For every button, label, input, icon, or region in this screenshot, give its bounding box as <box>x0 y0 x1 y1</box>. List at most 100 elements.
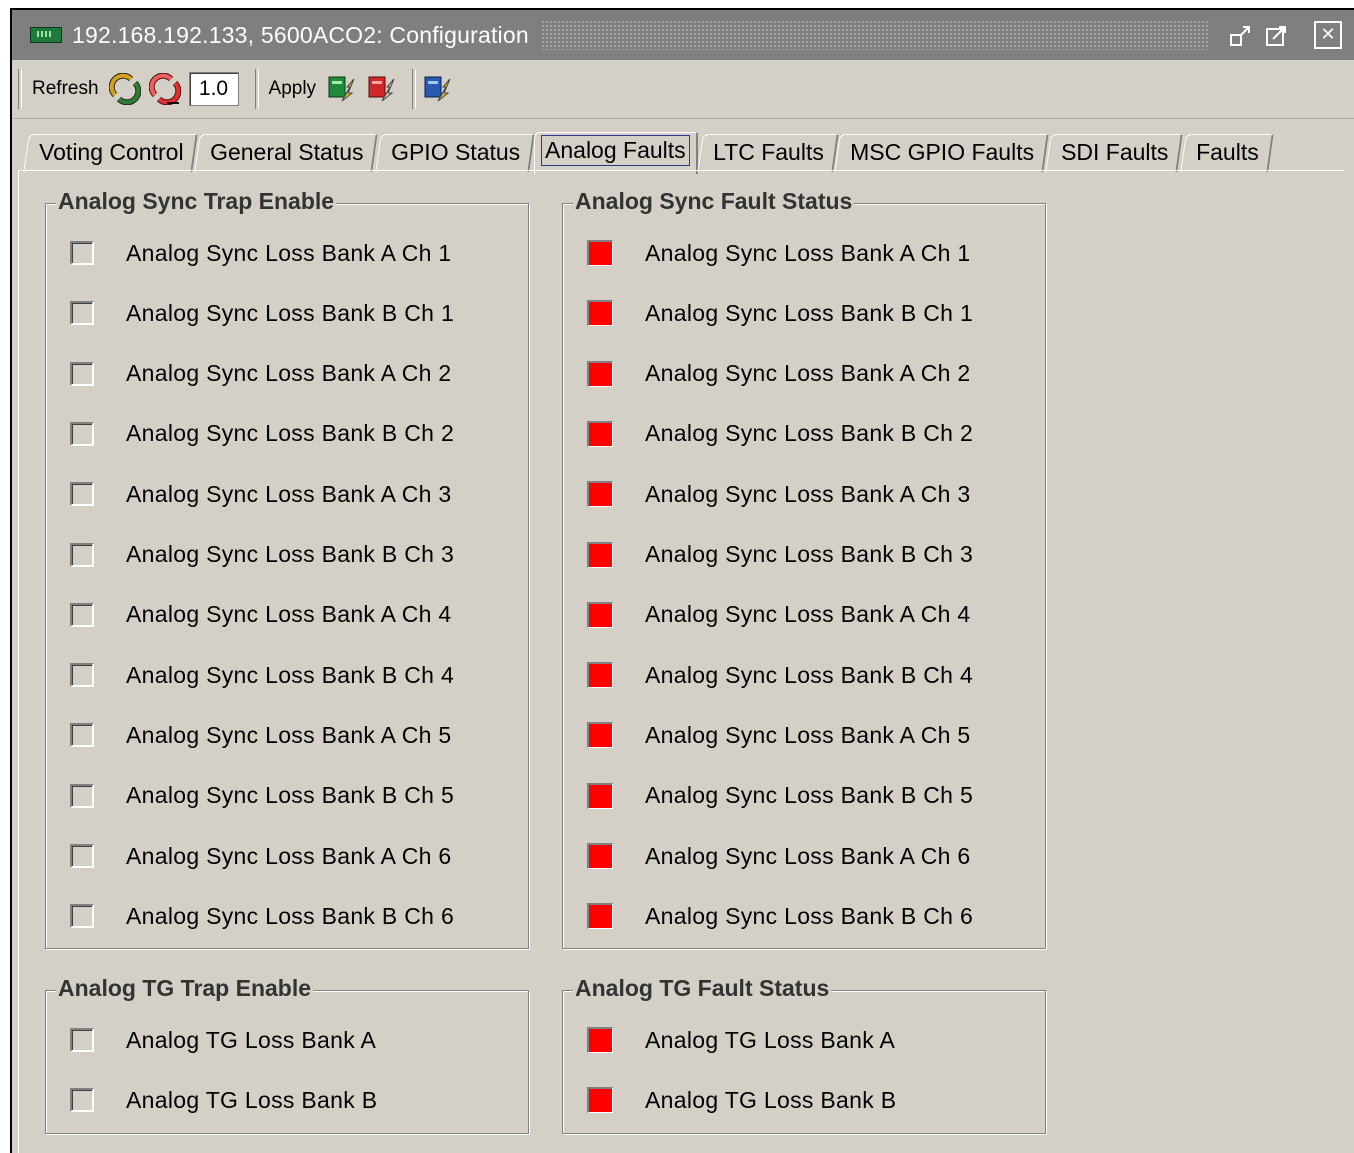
fault-status-row: Analog Sync Loss Bank B Ch 1 <box>563 298 973 328</box>
toolbar-separator <box>18 69 22 109</box>
trap-enable-row[interactable]: Analog Sync Loss Bank A Ch 3 <box>46 479 452 509</box>
analog-tg-trap-enable-group: Analog TG Trap Enable Analog TG Loss Ban… <box>45 975 529 1134</box>
fault-status-indicator <box>587 903 613 930</box>
toolbar: Refresh 1.0 Apply <box>12 60 1354 119</box>
trap-enable-checkbox[interactable] <box>70 783 94 808</box>
tab-label: Voting Control <box>39 139 184 165</box>
fault-status-indicator <box>587 541 613 568</box>
tab-strip: Voting Control General Status GPIO Statu… <box>23 128 1334 174</box>
row-label: Analog Sync Loss Bank B Ch 5 <box>645 782 974 809</box>
trap-enable-row[interactable]: Analog Sync Loss Bank A Ch 2 <box>46 359 452 389</box>
trap-enable-checkbox[interactable] <box>70 602 94 627</box>
fault-status-row: Analog Sync Loss Bank A Ch 6 <box>563 841 971 871</box>
row-label: Analog Sync Loss Bank B Ch 4 <box>126 661 455 688</box>
toolbar-separator <box>412 69 417 109</box>
tab-label: LTC Faults <box>712 139 824 165</box>
tab-sdi-faults[interactable]: SDI Faults <box>1045 134 1184 172</box>
trap-enable-row[interactable]: Analog Sync Loss Bank A Ch 5 <box>46 720 452 750</box>
row-label: Analog Sync Loss Bank A Ch 4 <box>126 601 452 628</box>
analog-sync-trap-enable-group: Analog Sync Trap Enable Analog Sync Loss… <box>45 188 529 949</box>
row-label: Analog Sync Loss Bank B Ch 1 <box>645 299 974 326</box>
row-label: Analog TG Loss Bank B <box>645 1086 897 1113</box>
trap-enable-checkbox[interactable] <box>70 361 94 386</box>
fault-status-indicator <box>587 360 613 387</box>
group-title: Analog Sync Trap Enable <box>56 188 337 215</box>
trap-enable-row[interactable]: Analog Sync Loss Bank B Ch 1 <box>46 298 454 328</box>
window-title: 192.168.192.133, 5600ACO2: Configuration <box>72 21 529 48</box>
apply-icon[interactable] <box>326 73 358 105</box>
fault-status-indicator <box>587 420 613 447</box>
fault-status-indicator <box>587 601 613 628</box>
config-window: 192.168.192.133, 5600ACO2: Configuration… <box>10 8 1354 1153</box>
trap-enable-row[interactable]: Analog Sync Loss Bank A Ch 4 <box>46 600 452 630</box>
tab-analog-faults[interactable]: Analog Faults <box>534 132 698 174</box>
row-label: Analog Sync Loss Bank A Ch 5 <box>126 721 452 748</box>
fault-status-indicator <box>587 722 613 749</box>
fault-status-row: Analog Sync Loss Bank A Ch 4 <box>563 600 971 630</box>
fault-status-indicator <box>587 782 613 809</box>
row-label: Analog Sync Loss Bank B Ch 1 <box>126 299 455 326</box>
trap-enable-checkbox[interactable] <box>70 482 94 507</box>
restore-icon[interactable] <box>1228 22 1254 48</box>
apply-all-icon[interactable] <box>422 73 454 105</box>
title-bar[interactable]: 192.168.192.133, 5600ACO2: Configuration… <box>12 10 1354 60</box>
trap-enable-row[interactable]: Analog Sync Loss Bank B Ch 2 <box>46 419 454 449</box>
tab-general-status[interactable]: General Status <box>194 134 379 172</box>
trap-enable-row[interactable]: Analog Sync Loss Bank B Ch 6 <box>46 901 454 931</box>
close-icon[interactable]: ✕ <box>1314 21 1342 49</box>
row-label: Analog Sync Loss Bank B Ch 5 <box>126 782 455 809</box>
tab-gpio-status[interactable]: GPIO Status <box>375 134 535 172</box>
row-label: Analog Sync Loss Bank A Ch 3 <box>126 480 452 507</box>
trap-enable-row[interactable]: Analog Sync Loss Bank A Ch 6 <box>46 841 452 871</box>
row-label: Analog Sync Loss Bank A Ch 6 <box>126 842 452 869</box>
maximize-icon[interactable] <box>1264 22 1290 48</box>
fault-status-row: Analog Sync Loss Bank B Ch 3 <box>563 540 973 570</box>
row-label: Analog Sync Loss Bank A Ch 3 <box>645 480 971 507</box>
tab-ltc-faults[interactable]: LTC Faults <box>696 134 839 172</box>
analog-tg-fault-status-group: Analog TG Fault Status Analog TG Loss Ba… <box>562 975 1046 1134</box>
trap-enable-checkbox[interactable] <box>70 542 94 567</box>
row-label: Analog Sync Loss Bank B Ch 3 <box>126 541 455 567</box>
trap-enable-checkbox[interactable] <box>70 663 94 688</box>
fault-status-row: Analog Sync Loss Bank A Ch 1 <box>563 238 971 268</box>
refresh-interval-field[interactable]: 1.0 <box>188 72 239 106</box>
tab-msc-gpio-faults[interactable]: MSC GPIO Faults <box>834 134 1050 172</box>
trap-enable-checkbox[interactable] <box>70 421 94 446</box>
fault-status-row: Analog Sync Loss Bank B Ch 2 <box>563 419 973 449</box>
trap-enable-row[interactable]: Analog Sync Loss Bank B Ch 5 <box>46 781 454 811</box>
fault-status-row: Analog Sync Loss Bank B Ch 4 <box>563 660 973 690</box>
fault-status-indicator <box>587 662 613 689</box>
trap-enable-checkbox[interactable] <box>70 1088 94 1113</box>
tab-label: Faults <box>1195 139 1259 165</box>
trap-enable-row[interactable]: Analog TG Loss Bank B <box>46 1085 377 1115</box>
row-label: Analog TG Loss Bank B <box>126 1086 378 1113</box>
group-title: Analog TG Trap Enable <box>56 975 314 1002</box>
trap-enable-checkbox[interactable] <box>70 301 94 326</box>
refresh-icon[interactable] <box>108 72 141 106</box>
trap-enable-checkbox[interactable] <box>70 241 94 265</box>
tab-label: Analog Faults <box>541 135 690 166</box>
auto-refresh-icon[interactable] <box>148 72 181 106</box>
row-label: Analog Sync Loss Bank B Ch 2 <box>645 420 974 447</box>
title-bar-grip[interactable] <box>540 20 1210 50</box>
fault-status-row: Analog Sync Loss Bank A Ch 2 <box>563 359 971 389</box>
trap-enable-checkbox[interactable] <box>70 844 94 868</box>
row-label: Analog Sync Loss Bank A Ch 2 <box>645 360 971 387</box>
row-label: Analog Sync Loss Bank B Ch 2 <box>126 420 455 447</box>
fault-status-row: Analog Sync Loss Bank A Ch 5 <box>563 720 971 750</box>
apply-red-icon[interactable] <box>366 73 398 105</box>
group-title: Analog TG Fault Status <box>573 975 832 1002</box>
tab-faults[interactable]: Faults <box>1180 134 1274 172</box>
tab-voting-control[interactable]: Voting Control <box>23 134 199 172</box>
trap-enable-row[interactable]: Analog Sync Loss Bank A Ch 1 <box>46 238 452 268</box>
trap-enable-checkbox[interactable] <box>70 1028 94 1052</box>
tab-label: GPIO Status <box>390 139 521 165</box>
fault-status-row: Analog Sync Loss Bank A Ch 3 <box>563 479 971 509</box>
tab-label: MSC GPIO Faults <box>850 139 1035 165</box>
group-title: Analog Sync Fault Status <box>573 188 855 215</box>
trap-enable-row[interactable]: Analog Sync Loss Bank B Ch 4 <box>46 660 454 690</box>
trap-enable-checkbox[interactable] <box>70 723 94 748</box>
trap-enable-row[interactable]: Analog TG Loss Bank A <box>46 1025 376 1055</box>
trap-enable-checkbox[interactable] <box>70 904 94 929</box>
trap-enable-row[interactable]: Analog Sync Loss Bank B Ch 3 <box>46 540 454 570</box>
